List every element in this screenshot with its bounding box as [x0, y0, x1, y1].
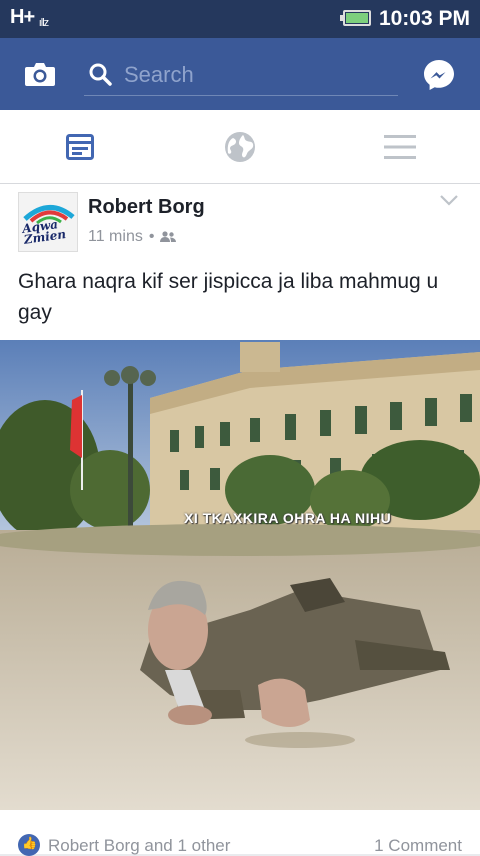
post-time[interactable]: 11 mins [88, 228, 143, 246]
signal-bars: ıllz [38, 17, 50, 29]
search-icon [89, 63, 112, 86]
camera-icon[interactable] [24, 61, 56, 87]
friends-icon [160, 231, 177, 242]
avatar-logo-text: Aqwa Zmien [21, 217, 67, 247]
news-feed-post: Aqwa Zmien Robert Borg 11 mins • Ghara na… [0, 184, 480, 856]
comments-count[interactable]: 1 Comment [374, 836, 462, 856]
post-text: Ghara naqra kif ser jispicca ja liba mah… [18, 270, 439, 324]
like-icon [18, 834, 40, 856]
clock: 10:03 PM [378, 7, 470, 30]
search-input[interactable]: Search [84, 56, 398, 96]
messenger-icon[interactable] [422, 58, 456, 92]
signal-indicator: H+ ıllz [10, 6, 50, 29]
post-author[interactable]: Robert Borg [88, 196, 205, 219]
status-bar: H+ ıllz 10:03 PM [0, 0, 480, 38]
post-meta: 11 mins • [88, 228, 177, 246]
post-photo[interactable]: XI TKAXKIRA OHRA HA NIHU [0, 340, 480, 810]
tab-news-feed[interactable] [0, 110, 160, 184]
app-bar: Search [0, 38, 480, 110]
chevron-down-icon[interactable] [440, 194, 458, 206]
meta-separator: • [148, 228, 155, 245]
hamburger-menu-icon [384, 135, 416, 159]
tab-menu[interactable] [320, 110, 480, 184]
image-caption: XI TKAXKIRA OHRA HA NIHU [184, 510, 392, 526]
news-feed-icon [66, 134, 94, 160]
avatar[interactable]: Aqwa Zmien [18, 192, 78, 252]
likes-count[interactable]: Robert Borg and 1 other [48, 836, 230, 856]
tab-notifications[interactable] [160, 110, 320, 184]
tab-bar [0, 110, 480, 184]
post-footer: Robert Borg and 1 other 1 Comment [0, 818, 480, 856]
search-placeholder: Search [124, 62, 194, 87]
battery-icon [340, 10, 371, 26]
network-type: H+ [10, 6, 35, 28]
globe-icon [225, 132, 255, 162]
